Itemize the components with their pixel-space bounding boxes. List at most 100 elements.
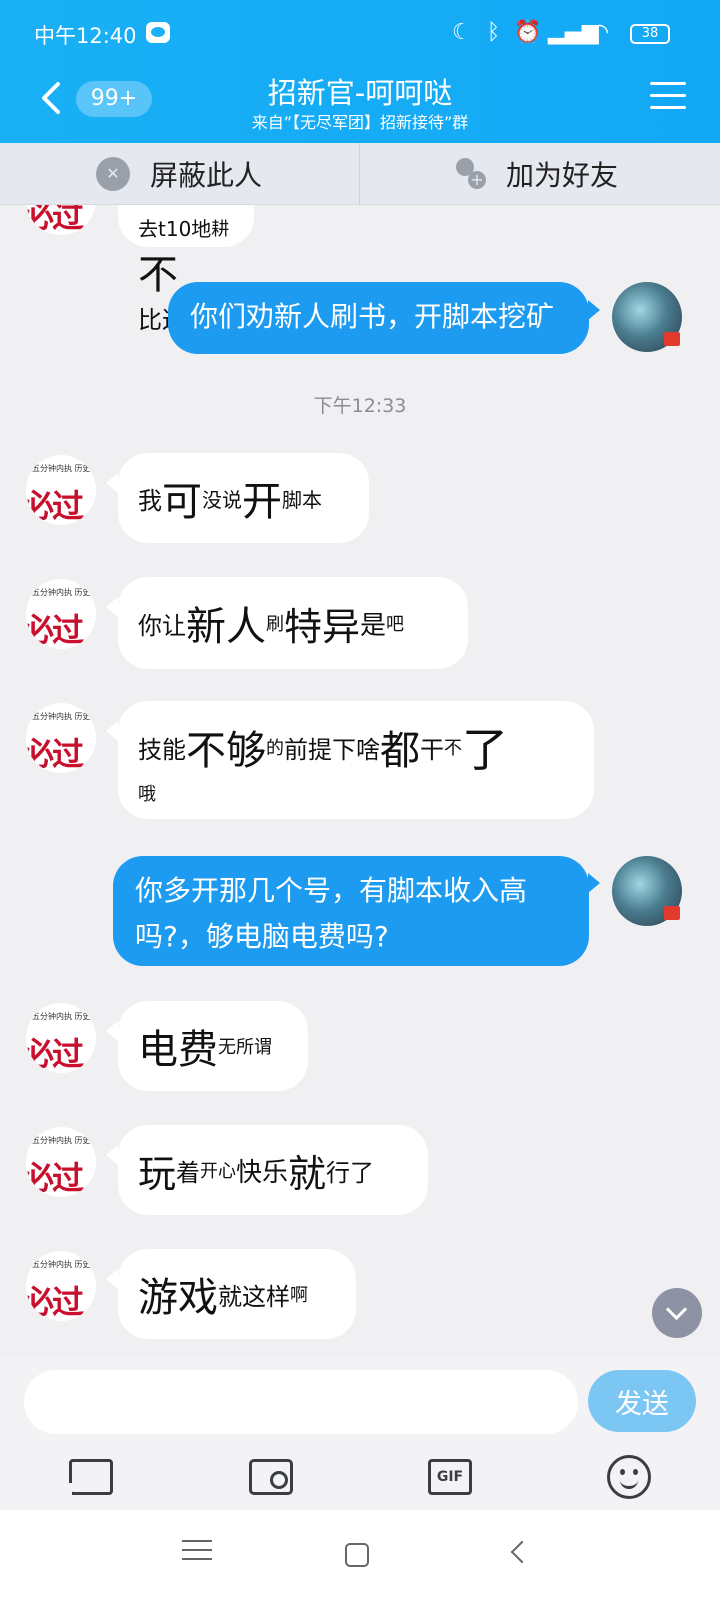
- msg-text-small: 耕: [211, 218, 230, 240]
- msg-text: 干: [420, 735, 444, 764]
- msg-text-large: 可: [162, 479, 202, 525]
- msg-text-large: 特异: [284, 604, 361, 649]
- avatar-text: 必过: [26, 205, 84, 235]
- msg-text: 快乐: [236, 1157, 289, 1188]
- msg-text-large: 新人: [186, 604, 266, 650]
- time-separator: 下午12:33: [313, 395, 407, 417]
- msg-text: 是: [360, 610, 387, 641]
- sender-avatar[interactable]: 五分钟内执 历史生物会考 必过: [26, 1251, 96, 1321]
- avatar-caption: 五分钟内执 历史生物会考: [32, 464, 96, 473]
- input-area: 发送 GIF: [0, 1357, 720, 1510]
- system-back-button[interactable]: [510, 1540, 534, 1564]
- msg-text-small: 开心: [200, 1161, 237, 1182]
- message-bubble[interactable]: 技能 不够的前提下啥都干不了 哦: [118, 701, 594, 819]
- msg-text-large: 玩: [138, 1151, 177, 1196]
- bubble-tail: [106, 473, 118, 493]
- bubble-tail: [106, 721, 118, 741]
- message-bubble[interactable]: 你们劝新人刷书，开脚本挖矿: [168, 282, 589, 354]
- bubble-tail: [106, 1145, 118, 1165]
- message-input[interactable]: [24, 1370, 578, 1434]
- bubble-tail: [588, 873, 600, 893]
- msg-text: 前提下啥: [284, 735, 380, 764]
- msg-text: 你让: [138, 611, 186, 640]
- menu-icon-bar: [650, 106, 686, 109]
- bubble-tail: [588, 300, 600, 320]
- msg-text-large: 了: [462, 723, 508, 777]
- add-friend-label: 加为好友: [506, 159, 619, 192]
- avatar-caption: 五分钟内执 历史生物会考: [32, 1260, 96, 1269]
- sender-avatar[interactable]: 五分钟内执 历史生物会考 必过: [26, 1003, 96, 1073]
- sender-avatar[interactable]: 必过: [26, 205, 96, 235]
- chat-subtitle: 来自”【无尽军团】招新接待”群: [251, 113, 469, 132]
- bluetooth-icon: ᛒ: [487, 20, 501, 45]
- msg-text-small: 无所谓: [218, 1037, 272, 1058]
- avatar-caption: 五分钟内执 历史生物会考: [32, 712, 96, 721]
- wifi-icon: ◠: [590, 20, 610, 45]
- msg-text-small: 没说: [202, 487, 242, 512]
- message-bubble[interactable]: 电费 无所谓: [118, 1001, 308, 1091]
- block-user-label: 屏蔽此人: [150, 159, 263, 192]
- msg-text-small: 哦: [138, 784, 156, 805]
- avatar-text: 必过: [26, 611, 84, 649]
- message-bubble[interactable]: 你多开那几个号，有脚本收入高吗?，够电脑电费吗?: [113, 856, 589, 966]
- battery-icon: 38: [630, 24, 670, 44]
- msg-text-small: 去t10地: [138, 217, 212, 241]
- msg-text: 就这样: [218, 1282, 290, 1311]
- menu-icon-bar: [182, 1549, 212, 1551]
- msg-text-large: 不够: [186, 728, 266, 774]
- screen-cast-icon[interactable]: [69, 1459, 113, 1495]
- sender-avatar[interactable]: 五分钟内执 历史生物会考 必过: [26, 1127, 96, 1197]
- msg-text-large: 那: [138, 205, 178, 213]
- msg-text-large: 电费: [138, 1027, 218, 1073]
- avatar-text: 必过: [26, 1035, 84, 1073]
- status-bar: 中午12:40 ☾ ᛒ ⏰ ▂▄▆ ◠ 38: [0, 0, 720, 64]
- message-bubble[interactable]: 游戏 就这样啊: [118, 1249, 356, 1339]
- avatar-caption: 五分钟内执 历史生物会考: [32, 1012, 96, 1021]
- block-icon: [96, 157, 130, 191]
- my-avatar[interactable]: [612, 282, 682, 352]
- message-list[interactable]: 必过 那去t10地去t10地耕不比这香啊 你们劝新人刷书，开脚本挖矿 下午12:…: [0, 205, 720, 1357]
- sender-avatar[interactable]: 五分钟内执 历史生物会考 必过: [26, 703, 96, 773]
- menu-icon-bar: [650, 94, 686, 97]
- my-avatar[interactable]: [612, 856, 682, 926]
- menu-icon: [182, 1540, 212, 1542]
- msg-text-large: 游戏: [138, 1275, 218, 1321]
- gif-icon[interactable]: GIF: [428, 1459, 472, 1495]
- menu-button[interactable]: [650, 82, 686, 112]
- alarm-icon: ⏰: [514, 20, 542, 45]
- message-bubble[interactable]: 我可没说开脚本: [118, 453, 369, 543]
- recent-apps-button[interactable]: [182, 1540, 212, 1570]
- avatar-text: 必过: [26, 1159, 84, 1197]
- msg-text: 技能: [138, 735, 186, 764]
- msg-text-small: 吧: [386, 614, 405, 635]
- emoji-icon[interactable]: [607, 1455, 651, 1499]
- block-user-button[interactable]: 屏蔽此人: [96, 143, 262, 205]
- msg-text-large: 都: [380, 728, 420, 774]
- msg-text-large: 就: [288, 1151, 327, 1196]
- msg-text-small: 啊: [290, 1285, 308, 1306]
- scroll-to-bottom-button[interactable]: [652, 1288, 702, 1338]
- chat-title: 招新官-呵呵哒: [267, 76, 453, 110]
- bubble-tail: [106, 597, 118, 617]
- message-bubble[interactable]: 那去t10地去t10地耕不比这香啊: [118, 205, 254, 334]
- message-line: 技能 不够的前提下啥都干不了: [138, 714, 574, 780]
- msg-text-small: 不: [444, 738, 462, 759]
- msg-text-small: 刷: [266, 614, 284, 635]
- message-bubble[interactable]: 你让 新人刷特异是吧: [118, 577, 468, 669]
- send-button[interactable]: 发送: [588, 1370, 696, 1432]
- msg-text: 行了: [326, 1158, 375, 1187]
- msg-text: 我: [138, 486, 162, 515]
- msg-text-large: 开: [242, 479, 282, 525]
- message-bubble[interactable]: 玩着开心 快乐就行了: [118, 1125, 428, 1215]
- action-divider: [359, 143, 360, 205]
- add-friend-button[interactable]: 加为好友: [452, 143, 618, 205]
- status-time: 中午12:40: [34, 24, 137, 48]
- sender-avatar[interactable]: 五分钟内执 历史生物会考 必过: [26, 579, 96, 649]
- avatar-caption: 五分钟内执 历史生物会考: [32, 588, 96, 597]
- wechat-icon: [146, 22, 170, 43]
- menu-icon: [650, 82, 686, 85]
- home-button[interactable]: [345, 1543, 369, 1567]
- avatar-caption: 五分钟内执 历史生物会考: [32, 1136, 96, 1145]
- sender-avatar[interactable]: 五分钟内执 历史生物会考 必过: [26, 455, 96, 525]
- photo-icon[interactable]: [249, 1459, 293, 1495]
